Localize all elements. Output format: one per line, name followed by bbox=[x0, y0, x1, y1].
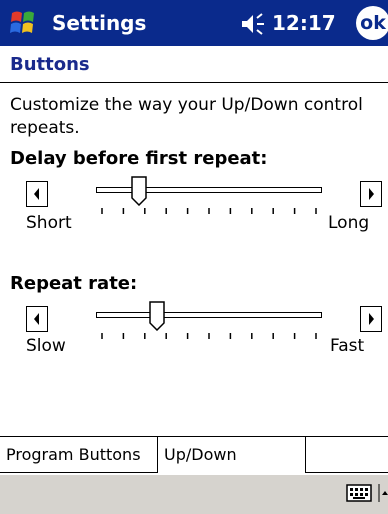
clock-time[interactable]: 12:17 bbox=[272, 11, 336, 35]
tab-strip: Program Buttons Up/Down Control bbox=[0, 436, 388, 500]
rate-decrease-button[interactable] bbox=[26, 306, 48, 332]
rate-slider-thumb[interactable] bbox=[149, 301, 165, 331]
tab-strip-filler bbox=[306, 437, 388, 473]
right-arrow-icon bbox=[369, 188, 374, 200]
tab-up-down-control[interactable]: Up/Down Control bbox=[158, 437, 306, 500]
header-divider bbox=[0, 82, 388, 83]
delay-max-label: Long bbox=[328, 213, 370, 233]
page-description: Customize the way your Up/Down control r… bbox=[10, 95, 363, 138]
left-arrow-icon bbox=[34, 188, 39, 200]
delay-slider-track[interactable] bbox=[96, 187, 322, 193]
ok-button[interactable]: ok bbox=[356, 6, 388, 40]
rate-slider-track[interactable] bbox=[96, 312, 322, 318]
keyboard-icon[interactable] bbox=[346, 483, 372, 503]
left-arrow-icon bbox=[34, 313, 39, 325]
rate-min-label: Slow bbox=[26, 336, 66, 356]
menu-bar bbox=[0, 474, 388, 514]
page-title: Buttons bbox=[10, 54, 90, 75]
delay-min-label: Short bbox=[26, 213, 72, 233]
rate-max-label: Fast bbox=[330, 336, 365, 356]
delay-increase-button[interactable] bbox=[360, 181, 382, 207]
windows-flag-icon[interactable] bbox=[8, 8, 38, 38]
delay-slider-thumb[interactable] bbox=[131, 176, 147, 206]
app-title: Settings bbox=[52, 11, 147, 35]
sip-arrow-icon[interactable] bbox=[378, 483, 388, 503]
title-bar: Settings 12:17 ok bbox=[0, 0, 388, 46]
tab-program-buttons[interactable]: Program Buttons bbox=[0, 437, 158, 473]
delay-section-title: Delay before first repeat: bbox=[10, 148, 268, 169]
rate-increase-button[interactable] bbox=[360, 306, 382, 332]
right-arrow-icon bbox=[369, 313, 374, 325]
rate-section-title: Repeat rate: bbox=[10, 273, 138, 294]
speaker-icon[interactable] bbox=[240, 12, 266, 36]
delay-decrease-button[interactable] bbox=[26, 181, 48, 207]
